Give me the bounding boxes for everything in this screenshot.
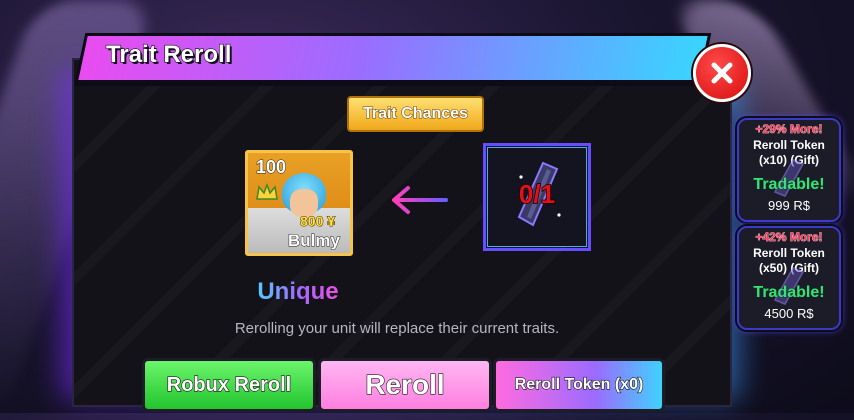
window-title: Trait Reroll — [105, 40, 232, 68]
shop-promo: +29% More! — [755, 122, 823, 137]
shop-promo: +42% More! — [755, 230, 823, 245]
shop-item-reroll-token-x10[interactable]: +29% More! Reroll Token (x10) (Gift) Tra… — [737, 118, 841, 222]
unit-card[interactable]: 100 800 ¥ Bulmy — [245, 150, 353, 256]
robux-reroll-button[interactable]: Robux Reroll — [142, 358, 316, 412]
unit-name: Bulmy — [288, 231, 341, 251]
shop-tradable: Tradable! — [753, 176, 825, 194]
crown-icon — [256, 183, 278, 200]
shop-price: 4500 R$ — [764, 306, 814, 321]
shop-tradable: Tradable! — [753, 284, 825, 302]
unit-level: 100 — [255, 157, 287, 178]
trait-chances-button[interactable]: Trait Chances — [347, 96, 484, 132]
reroll-button[interactable]: Reroll — [318, 358, 492, 412]
reroll-token-button[interactable]: Reroll Token (x0) — [493, 358, 665, 412]
info-text: Rerolling your unit will replace their c… — [234, 320, 560, 337]
close-button[interactable] — [693, 44, 751, 102]
arrow-left-icon — [392, 186, 448, 214]
token-count: 0/1 — [518, 178, 556, 210]
close-icon — [711, 62, 733, 84]
unit-rarity: Unique — [248, 278, 348, 306]
unit-cost: 800 ¥ — [299, 213, 336, 230]
shop-price: 999 R$ — [768, 198, 810, 213]
reroll-token-slot[interactable]: 0/1 — [485, 145, 589, 249]
shop-item-reroll-token-x50[interactable]: +42% More! Reroll Token (x50) (Gift) Tra… — [737, 226, 841, 330]
